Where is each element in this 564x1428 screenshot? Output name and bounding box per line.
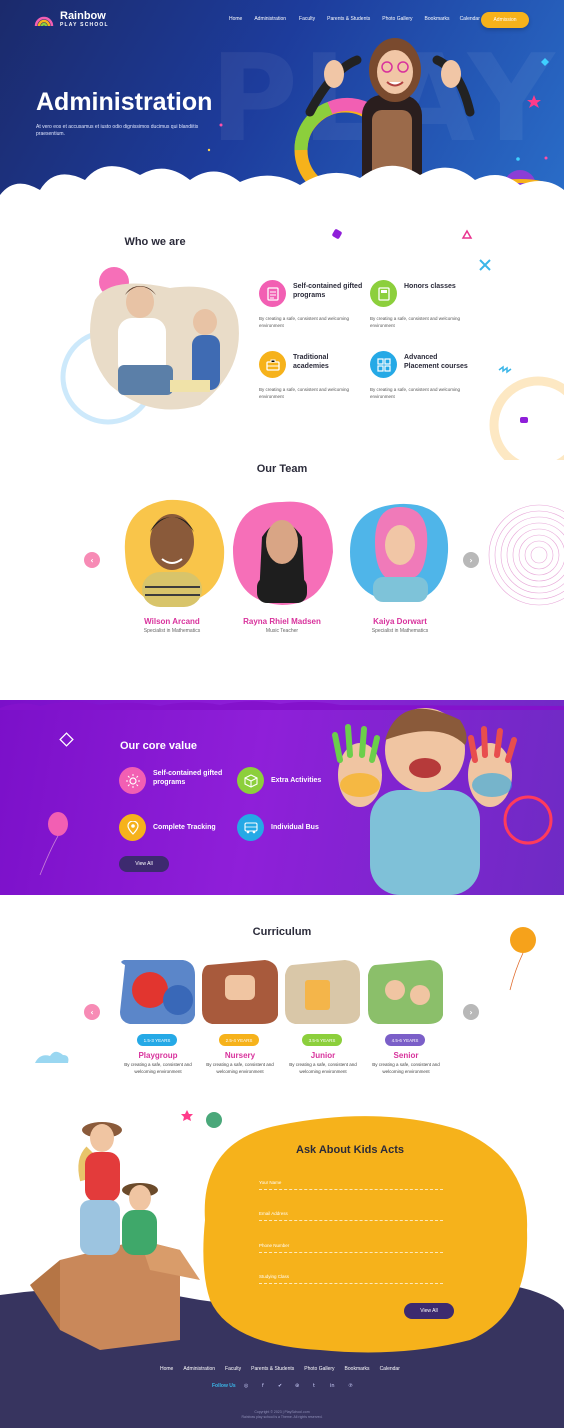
footer-nav: Home Administration Faculty Parents & St… bbox=[160, 1366, 400, 1372]
core-view-all-button[interactable]: View All bbox=[119, 856, 169, 872]
nav-calendar[interactable]: Calendar bbox=[460, 16, 480, 22]
curriculum-decor bbox=[35, 927, 536, 1063]
curriculum-text: By creating a safe, consistent and welco… bbox=[124, 1062, 192, 1074]
admission-button[interactable]: Admission bbox=[481, 12, 529, 28]
core-item-title: Complete Tracking bbox=[153, 824, 216, 831]
age-badge: 1.5-3 YEARS bbox=[137, 1034, 177, 1046]
copyright-line-1: Copyright © 2023 | PlaySchool.com bbox=[254, 1410, 310, 1414]
member-photo bbox=[124, 499, 225, 607]
nav-parents-students[interactable]: Parents & Students bbox=[327, 16, 370, 22]
footer-nav-administration[interactable]: Administration bbox=[183, 1366, 215, 1372]
hero-text: At vero eos et accusamus et iusto odio d… bbox=[36, 124, 199, 137]
member-name: Kaiya Dorwart bbox=[373, 617, 427, 626]
footer-nav-calendar[interactable]: Calendar bbox=[380, 1366, 400, 1372]
location-pin-icon bbox=[119, 814, 146, 841]
logo[interactable]: Rainbow PLAY SCHOOL bbox=[34, 10, 109, 28]
footer-nav-home[interactable]: Home bbox=[160, 1366, 173, 1372]
feature-text: By creating a safe, consistent and welco… bbox=[370, 316, 461, 328]
curriculum-prev-button[interactable]: ‹ bbox=[84, 1004, 100, 1020]
footer-nav-faculty[interactable]: Faculty bbox=[225, 1366, 241, 1372]
logo-subtitle: PLAY SCHOOL bbox=[60, 22, 109, 28]
nav-bookmarks[interactable]: Bookmarks bbox=[425, 16, 450, 22]
sun-icon bbox=[119, 767, 146, 794]
nav-photo-gallery[interactable]: Photo Gallery bbox=[382, 16, 412, 22]
phone-field[interactable] bbox=[259, 1239, 443, 1253]
copyright-line-2: Rainbow play school is a Theme. All righ… bbox=[241, 1415, 323, 1419]
follow-us-label: Follow Us bbox=[212, 1383, 236, 1389]
form-title: Ask About Kids Acts bbox=[296, 1144, 404, 1156]
core-item-title: Self-contained gifted programs bbox=[153, 770, 223, 786]
concentric-circles-decor bbox=[488, 504, 564, 606]
bus-icon bbox=[237, 814, 264, 841]
footer-nav-photo-gallery[interactable]: Photo Gallery bbox=[304, 1366, 334, 1372]
class-field[interactable] bbox=[259, 1270, 443, 1284]
who-decor bbox=[60, 229, 564, 460]
team-title: Our Team bbox=[256, 463, 308, 475]
cloud-divider bbox=[0, 165, 564, 230]
nav-faculty[interactable]: Faculty bbox=[299, 16, 315, 22]
member-photo bbox=[350, 503, 449, 602]
rainbow-logo-icon bbox=[34, 16, 54, 27]
logo-title: Rainbow bbox=[60, 10, 106, 22]
curriculum-text: By creating a safe, consistent and welco… bbox=[372, 1062, 440, 1074]
email-field[interactable] bbox=[259, 1207, 443, 1221]
age-badge: 2.5-4 YEARS bbox=[219, 1034, 259, 1046]
feature-title: Honors classes bbox=[404, 283, 456, 290]
curriculum-name: Playgroup bbox=[138, 1051, 178, 1060]
member-role: Music Teacher bbox=[265, 628, 299, 634]
member-role: Specialist in Mathematics bbox=[143, 628, 201, 634]
curriculum-name: Senior bbox=[393, 1051, 419, 1060]
curriculum-text: By creating a safe, consistent and welco… bbox=[289, 1062, 357, 1074]
linkedin-icon[interactable]: in bbox=[330, 1383, 335, 1389]
team-prev-button[interactable]: ‹ bbox=[84, 552, 100, 568]
form-submit-button[interactable]: View All bbox=[404, 1303, 454, 1319]
core-item-title: Individual Bus bbox=[271, 824, 319, 831]
briefcase-icon bbox=[259, 351, 286, 378]
core-decor bbox=[39, 708, 553, 895]
member-photo bbox=[232, 501, 333, 605]
curriculum-next-button[interactable]: › bbox=[463, 1004, 479, 1020]
curriculum-name: Nursery bbox=[224, 1051, 256, 1060]
curriculum-text: By creating a safe, consistent and welco… bbox=[206, 1062, 274, 1074]
footer-nav-bookmarks[interactable]: Bookmarks bbox=[345, 1366, 370, 1372]
curriculum-name: Junior bbox=[310, 1051, 336, 1060]
document-icon bbox=[259, 280, 286, 307]
member-role: Specialist in Mathematics bbox=[371, 628, 429, 634]
feature-text: By creating a safe, consistent and welco… bbox=[370, 387, 461, 399]
name-field[interactable] bbox=[259, 1176, 443, 1190]
nav-administration[interactable]: Administration bbox=[254, 16, 286, 22]
page-title: Administration bbox=[36, 88, 213, 116]
nav-home[interactable]: Home bbox=[229, 16, 242, 22]
book-icon bbox=[370, 280, 397, 307]
member-name: Wilson Arcand bbox=[144, 617, 200, 626]
core-title: Our core value bbox=[120, 740, 198, 752]
instagram-icon[interactable]: ◎ bbox=[244, 1383, 248, 1389]
twitter-icon[interactable]: ✔ bbox=[278, 1383, 282, 1389]
cube-icon bbox=[237, 767, 264, 794]
dribbble-icon[interactable]: ⊛ bbox=[295, 1383, 299, 1389]
member-name: Rayna Rhiel Madsen bbox=[243, 617, 321, 626]
pinterest-icon[interactable]: ℗ bbox=[348, 1383, 353, 1389]
age-badge: 3.5-5 YEARS bbox=[302, 1034, 342, 1046]
feature-title: Self-contained gifted programs bbox=[293, 283, 363, 299]
footer-nav-parents-students[interactable]: Parents & Students bbox=[251, 1366, 294, 1372]
feature-text: By creating a safe, consistent and welco… bbox=[259, 316, 350, 328]
feature-text: By creating a safe, consistent and welco… bbox=[259, 387, 350, 399]
age-badge: 4.5-6 YEARS bbox=[385, 1034, 425, 1046]
grid-icon bbox=[370, 351, 397, 378]
core-item-title: Extra Activities bbox=[271, 777, 322, 784]
main-nav: Home Administration Faculty Parents & St… bbox=[229, 16, 480, 22]
feature-title: Advanced Placement courses bbox=[404, 354, 468, 370]
feature-title: Traditional academies bbox=[293, 354, 329, 370]
tumblr-icon[interactable]: t bbox=[313, 1383, 315, 1389]
team-next-button[interactable]: › bbox=[463, 552, 479, 568]
facebook-icon[interactable]: f bbox=[262, 1383, 264, 1389]
